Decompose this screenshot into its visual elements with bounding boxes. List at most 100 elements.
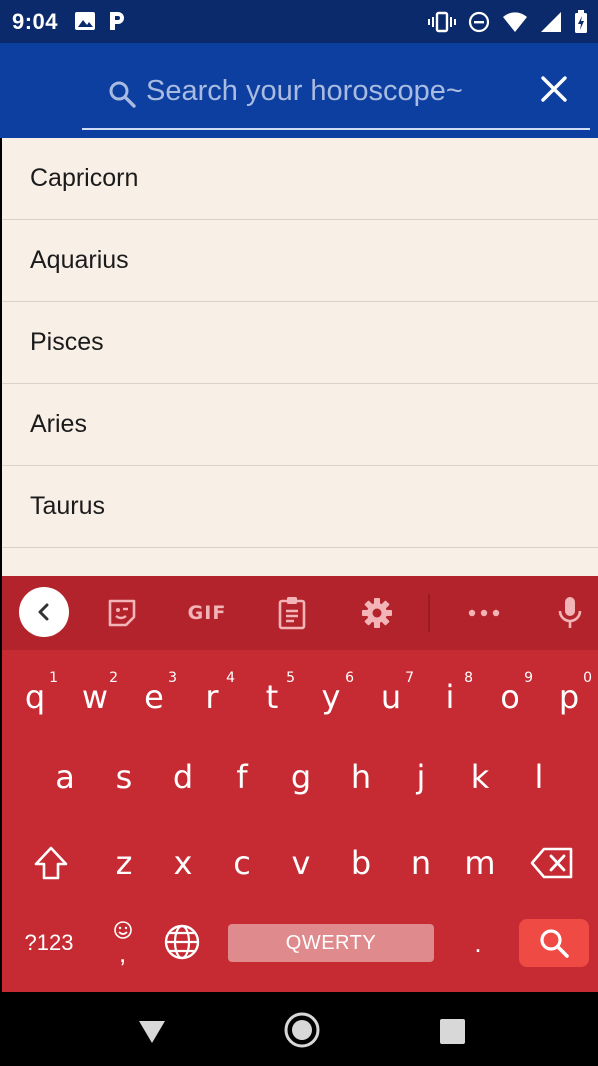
key-f[interactable]: f xyxy=(213,740,271,814)
vibrate-icon xyxy=(428,11,456,33)
key-label: o xyxy=(500,678,520,716)
emoji-comma-key[interactable]: , xyxy=(106,916,140,972)
key-hint: 7 xyxy=(405,670,414,686)
keyboard-toolbar: GIF xyxy=(2,576,598,650)
key-x[interactable]: x xyxy=(154,826,212,900)
status-left-icons xyxy=(74,10,126,32)
key-label: u xyxy=(380,678,402,716)
key-label: y xyxy=(321,678,341,716)
parking-p-icon xyxy=(110,12,124,30)
key-w[interactable]: w2 xyxy=(66,660,124,734)
key-m[interactable]: m xyxy=(451,826,509,900)
chevron-left-icon xyxy=(38,603,49,621)
key-hint: 8 xyxy=(464,670,473,686)
list-item[interactable]: Capricorn xyxy=(2,138,598,220)
search-input[interactable] xyxy=(146,71,506,111)
horoscope-list: Capricorn Aquarius Pisces Aries Taurus xyxy=(2,138,598,576)
symbols-key[interactable]: ?123 xyxy=(12,920,86,966)
key-c[interactable]: c xyxy=(213,826,271,900)
key-l[interactable]: l xyxy=(510,740,568,814)
key-n[interactable]: n xyxy=(392,826,450,900)
search-icon xyxy=(540,929,569,958)
clipboard-icon xyxy=(278,597,306,630)
status-time: 9:04 xyxy=(12,9,59,34)
battery-charging-icon xyxy=(575,10,587,33)
key-d[interactable]: d xyxy=(154,740,212,814)
key-g[interactable]: g xyxy=(272,740,330,814)
list-item[interactable]: Pisces xyxy=(2,302,598,384)
back-triangle-icon[interactable] xyxy=(138,1020,166,1044)
search-bar[interactable] xyxy=(82,43,590,130)
key-r[interactable]: r4 xyxy=(183,660,241,734)
image-icon xyxy=(75,12,95,30)
key-b[interactable]: b xyxy=(332,826,390,900)
mic-button[interactable] xyxy=(552,596,588,630)
key-hint: 6 xyxy=(345,670,354,686)
key-label: p xyxy=(558,678,580,716)
status-right-icons xyxy=(428,10,588,34)
key-o[interactable]: o9 xyxy=(481,660,539,734)
key-hint: 1 xyxy=(49,670,58,686)
navigation-bar xyxy=(0,992,598,1066)
key-label: w xyxy=(81,678,109,716)
key-s[interactable]: s xyxy=(95,740,153,814)
smiley-icon xyxy=(114,921,132,939)
gif-button[interactable]: GIF xyxy=(182,596,232,630)
key-hint: 2 xyxy=(109,670,118,686)
backspace-key[interactable] xyxy=(522,826,582,900)
home-circle-icon[interactable] xyxy=(284,1012,320,1048)
key-z[interactable]: z xyxy=(95,826,153,900)
keyboard: GIF q 1 w 2 e 3 r 4 t 5 y 6 u 7 i 8 o 9 … xyxy=(2,576,598,992)
key-hint: 0 xyxy=(583,670,592,686)
search-action-key[interactable] xyxy=(519,919,589,967)
settings-button[interactable] xyxy=(359,596,395,630)
wifi-icon xyxy=(503,12,527,32)
key-p[interactable]: p0 xyxy=(540,660,598,734)
key-j[interactable]: j xyxy=(392,740,450,814)
key-hint: 5 xyxy=(286,670,295,686)
key-label: q xyxy=(24,678,46,716)
key-hint: 3 xyxy=(168,670,177,686)
gif-label: GIF xyxy=(187,602,227,624)
key-i[interactable]: i8 xyxy=(421,660,479,734)
search-header xyxy=(0,43,598,138)
key-a[interactable]: a xyxy=(36,740,94,814)
more-horizontal-icon xyxy=(468,609,500,617)
key-u[interactable]: u7 xyxy=(362,660,420,734)
globe-icon xyxy=(164,924,200,960)
key-t[interactable]: t5 xyxy=(243,660,301,734)
sticker-icon xyxy=(108,599,136,627)
list-item[interactable]: Aquarius xyxy=(2,220,598,302)
key-label: r xyxy=(205,678,219,716)
key-y[interactable]: y6 xyxy=(302,660,360,734)
do-not-disturb-icon xyxy=(468,11,490,33)
key-e[interactable]: e3 xyxy=(125,660,183,734)
key-label: t xyxy=(265,678,279,716)
clipboard-button[interactable] xyxy=(274,596,310,630)
shift-icon xyxy=(34,846,68,880)
close-icon[interactable] xyxy=(538,73,570,105)
search-icon xyxy=(109,81,136,108)
space-key[interactable]: QWERTY xyxy=(228,924,434,962)
keyboard-back-button[interactable] xyxy=(19,587,69,637)
sticker-button[interactable] xyxy=(104,596,140,630)
recents-square-icon[interactable] xyxy=(440,1019,465,1044)
more-button[interactable] xyxy=(466,596,502,630)
period-key[interactable]: . xyxy=(458,920,498,966)
key-k[interactable]: k xyxy=(451,740,509,814)
gear-icon xyxy=(362,598,392,628)
list-item[interactable]: Aries xyxy=(2,384,598,466)
key-v[interactable]: v xyxy=(272,826,330,900)
mic-icon xyxy=(558,597,582,628)
key-q[interactable]: q1 xyxy=(6,660,64,734)
comma-label: , xyxy=(119,938,127,968)
list-item[interactable]: Taurus xyxy=(2,466,598,548)
status-bar: 9:04 xyxy=(0,0,598,43)
key-label: i xyxy=(445,678,455,716)
shift-key[interactable] xyxy=(20,826,82,900)
key-h[interactable]: h xyxy=(332,740,390,814)
backspace-icon xyxy=(530,847,573,879)
signal-icon xyxy=(541,12,561,32)
language-key[interactable] xyxy=(162,922,202,962)
key-hint: 4 xyxy=(226,670,235,686)
